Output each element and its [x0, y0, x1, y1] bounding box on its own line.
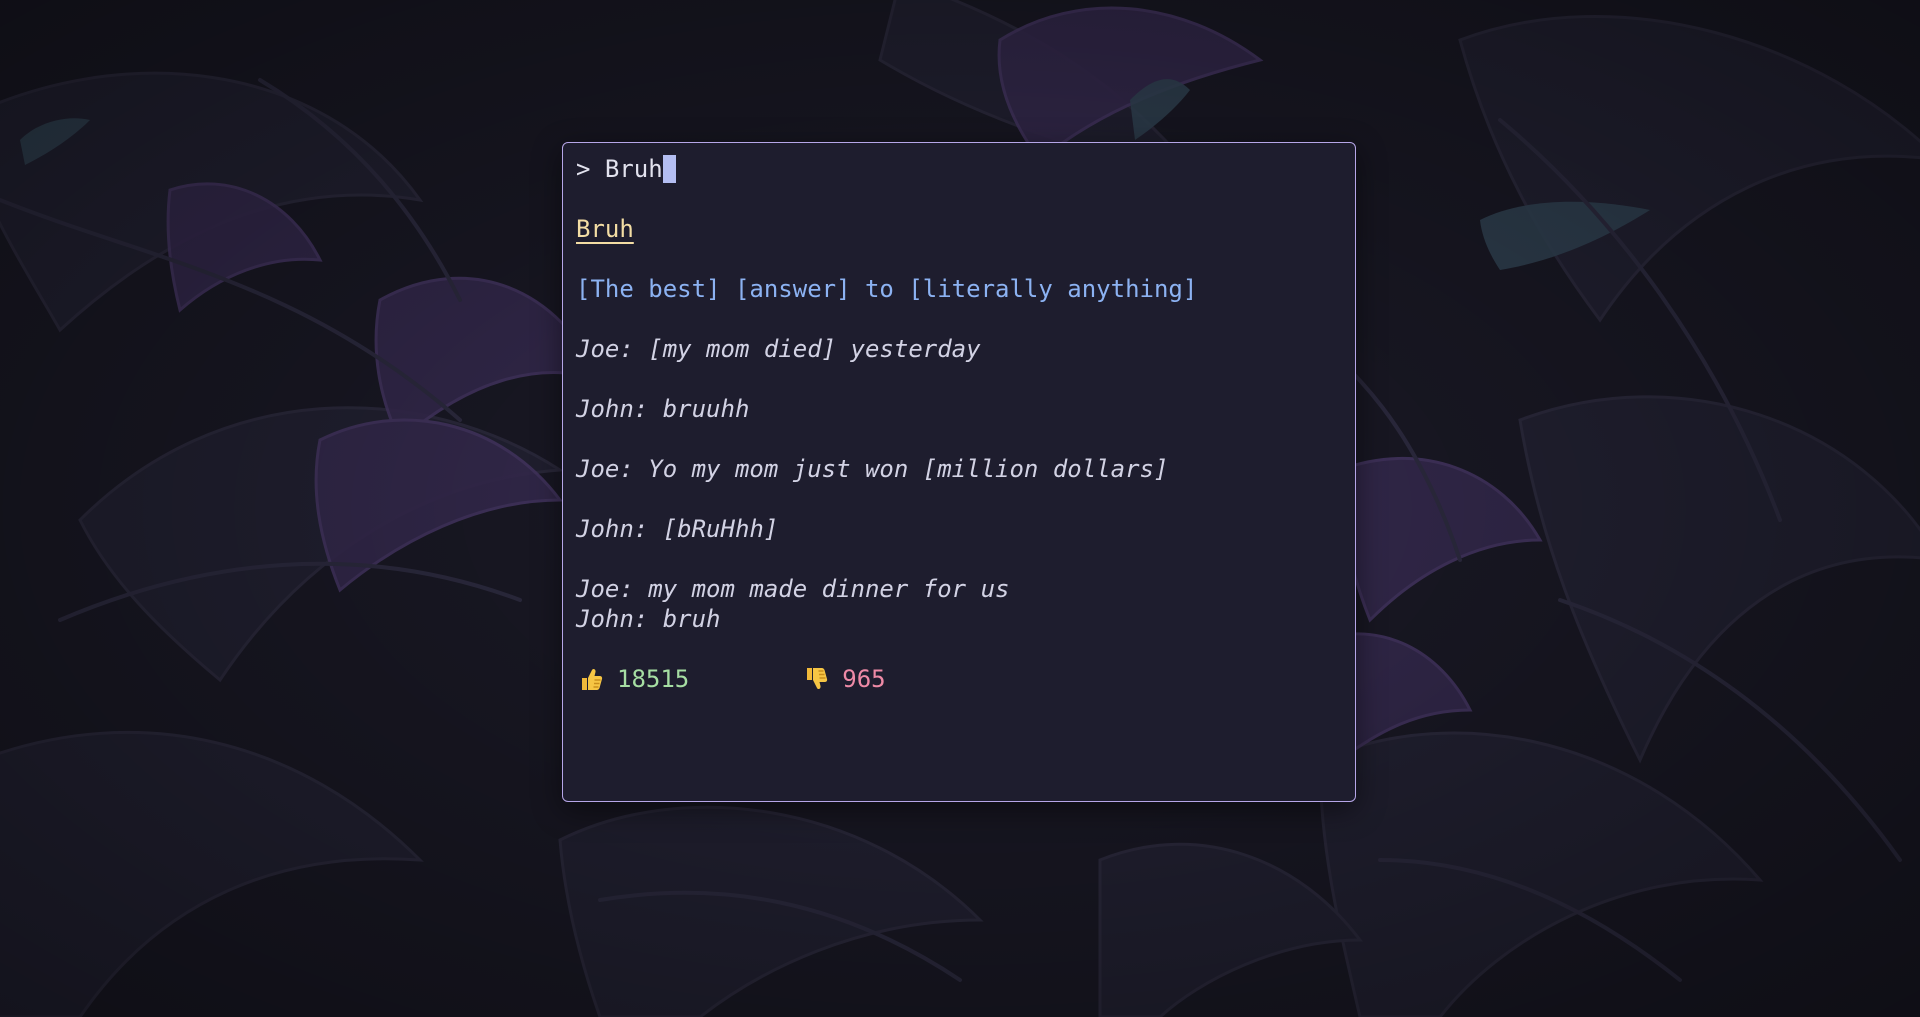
vote-row: 18515 965: [576, 664, 1342, 694]
example-line: Joe: my mom made dinner for us: [576, 575, 1010, 603]
example-line: John: bruh: [576, 605, 721, 633]
prompt-symbol: >: [576, 155, 591, 183]
entry-definition: [The best] [answer] to [literally anythi…: [576, 275, 1198, 303]
thumbs-down-count: 965: [842, 665, 886, 693]
thumbs-down-icon: [807, 668, 828, 690]
terminal-window: > Bruh Bruh [The best] [answer] to [lite…: [562, 142, 1356, 802]
example-line: John: bruuhh: [576, 395, 750, 423]
search-query[interactable]: Bruh: [605, 155, 663, 183]
example-line: John: [bRuHhh]: [576, 515, 779, 543]
thumbs-up-icon: [582, 668, 603, 690]
entry-word: Bruh: [576, 215, 634, 243]
example-line: Joe: Yo my mom just won [million dollars…: [576, 455, 1169, 483]
thumbs-down-vote: 965: [801, 664, 886, 694]
prompt-line[interactable]: > Bruh: [576, 154, 1342, 184]
text-cursor: [662, 155, 676, 183]
thumbs-up-vote: 18515: [576, 664, 689, 694]
thumbs-up-count: 18515: [617, 665, 690, 693]
example-line: Joe: [my mom died] yesterday: [576, 335, 981, 363]
